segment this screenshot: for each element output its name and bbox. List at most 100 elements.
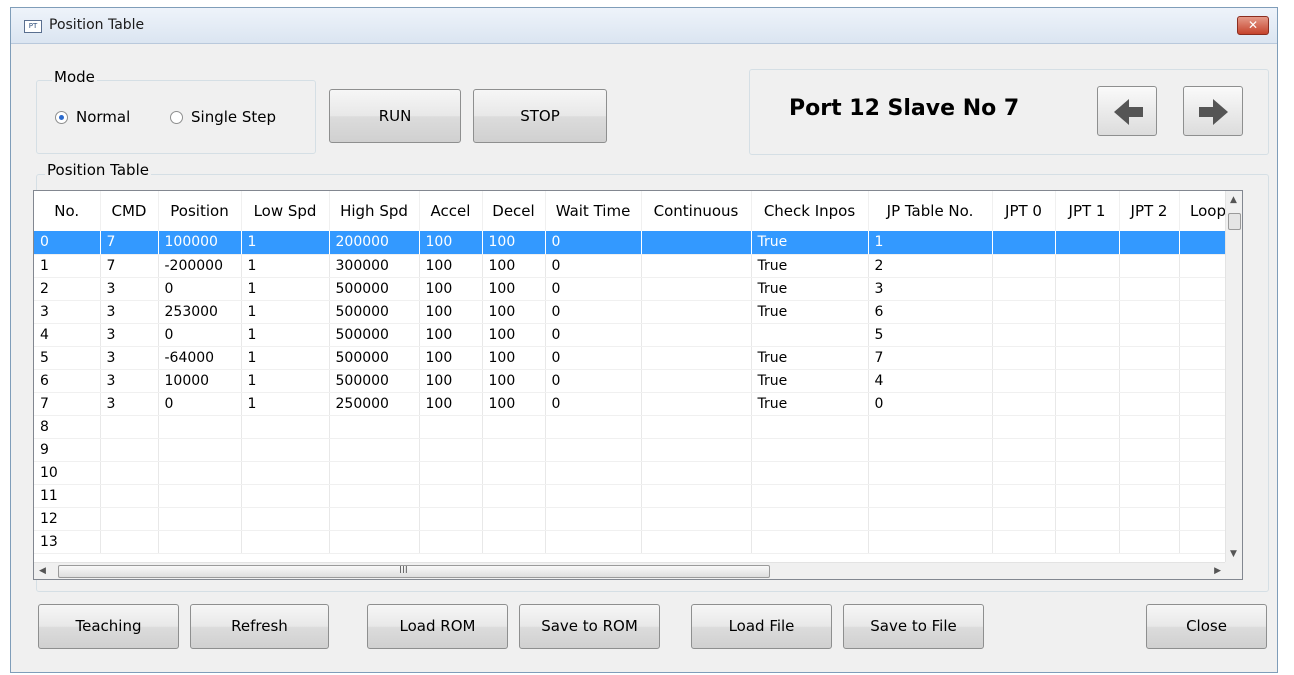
table-cell[interactable]: 0 [545, 346, 642, 370]
table-cell[interactable] [992, 415, 1056, 439]
table-cell[interactable] [419, 438, 483, 462]
table-cell[interactable]: 100 [482, 300, 546, 324]
refresh-button[interactable]: Refresh [190, 604, 329, 649]
table-cell[interactable]: 11 [34, 484, 101, 508]
column-header[interactable]: Accel [419, 191, 483, 231]
table-cell[interactable]: 100 [482, 254, 546, 278]
table-cell[interactable]: 0 [545, 369, 642, 393]
table-cell[interactable] [100, 530, 159, 554]
table-cell[interactable] [1055, 392, 1120, 416]
table-cell[interactable] [641, 323, 752, 347]
table-cell[interactable]: 3 [34, 300, 101, 324]
column-header[interactable]: Continuous [641, 191, 752, 231]
table-cell[interactable]: 500000 [329, 323, 420, 347]
table-cell[interactable]: True [751, 369, 869, 393]
table-cell[interactable]: 100 [482, 392, 546, 416]
table-cell[interactable] [1055, 369, 1120, 393]
table-cell[interactable] [329, 530, 420, 554]
table-cell[interactable]: 2 [34, 277, 101, 301]
table-cell[interactable] [419, 415, 483, 439]
table-cell[interactable] [329, 438, 420, 462]
table-cell[interactable] [751, 530, 869, 554]
table-cell[interactable] [100, 484, 159, 508]
table-cell[interactable]: 2 [868, 254, 993, 278]
table-cell[interactable] [868, 415, 993, 439]
table-cell[interactable]: 100 [482, 231, 546, 255]
table-cell[interactable]: 3 [100, 323, 159, 347]
table-cell[interactable]: 0 [545, 392, 642, 416]
table-cell[interactable]: 1 [241, 231, 330, 255]
table-cell[interactable] [751, 438, 869, 462]
table-cell[interactable] [1055, 254, 1120, 278]
table-cell[interactable] [100, 507, 159, 531]
table-row[interactable]: 13 [34, 530, 1238, 554]
radio-single-step-dot[interactable] [170, 110, 183, 124]
table-cell[interactable] [992, 392, 1056, 416]
horizontal-scrollbar[interactable]: ◀ III ▶ [34, 562, 1226, 579]
table-cell[interactable]: 7 [34, 392, 101, 416]
table-cell[interactable]: 100 [419, 369, 483, 393]
table-cell[interactable] [641, 507, 752, 531]
table-cell[interactable] [641, 346, 752, 370]
table-cell[interactable]: 1 [241, 392, 330, 416]
table-cell[interactable] [641, 231, 752, 255]
table-cell[interactable]: 100 [419, 254, 483, 278]
table-cell[interactable] [1119, 277, 1180, 301]
table-cell[interactable]: 0 [545, 323, 642, 347]
table-cell[interactable] [641, 484, 752, 508]
table-cell[interactable]: 300000 [329, 254, 420, 278]
table-cell[interactable] [100, 461, 159, 485]
radio-normal[interactable]: Normal [55, 108, 130, 126]
table-row[interactable]: 10 [34, 461, 1238, 485]
table-cell[interactable] [1119, 369, 1180, 393]
table-cell[interactable] [868, 507, 993, 531]
table-cell[interactable]: True [751, 346, 869, 370]
scroll-left-icon[interactable]: ◀ [39, 566, 46, 576]
column-header[interactable]: CMD [100, 191, 159, 231]
table-cell[interactable] [1055, 530, 1120, 554]
table-cell[interactable] [329, 484, 420, 508]
table-cell[interactable]: 6 [34, 369, 101, 393]
table-cell[interactable] [241, 507, 330, 531]
table-cell[interactable] [482, 415, 546, 439]
table-cell[interactable] [868, 461, 993, 485]
table-cell[interactable] [992, 438, 1056, 462]
table-row[interactable]: 3 3 253000 1 500000 100 100 0 True 6 [34, 300, 1238, 324]
column-header[interactable]: Low Spd [241, 191, 330, 231]
table-cell[interactable]: 0 [545, 300, 642, 324]
table-cell[interactable] [641, 530, 752, 554]
table-cell[interactable]: 3 [100, 369, 159, 393]
vertical-scrollbar[interactable]: ▲ ▼ [1225, 191, 1242, 563]
table-cell[interactable]: True [751, 392, 869, 416]
scroll-down-icon[interactable]: ▼ [1230, 549, 1237, 559]
table-cell[interactable]: 7 [100, 254, 159, 278]
table-cell[interactable] [419, 461, 483, 485]
table-cell[interactable] [1055, 438, 1120, 462]
table-cell[interactable] [1055, 231, 1120, 255]
table-cell[interactable] [1119, 231, 1180, 255]
table-cell[interactable] [1119, 484, 1180, 508]
table-cell[interactable] [1119, 300, 1180, 324]
table-cell[interactable] [641, 392, 752, 416]
table-cell[interactable]: True [751, 300, 869, 324]
table-cell[interactable]: 250000 [329, 392, 420, 416]
table-cell[interactable]: 3 [100, 392, 159, 416]
table-cell[interactable] [1119, 415, 1180, 439]
column-header[interactable]: JPT 1 [1055, 191, 1120, 231]
table-cell[interactable] [329, 461, 420, 485]
table-cell[interactable] [158, 484, 242, 508]
table-cell[interactable]: 7 [100, 231, 159, 255]
column-header[interactable]: JPT 0 [992, 191, 1056, 231]
table-cell[interactable] [419, 484, 483, 508]
table-cell[interactable] [419, 530, 483, 554]
table-row[interactable]: 5 3 -64000 1 500000 100 100 0 True 7 [34, 346, 1238, 370]
table-cell[interactable] [751, 323, 869, 347]
table-cell[interactable] [241, 530, 330, 554]
table-cell[interactable]: 100 [482, 323, 546, 347]
table-cell[interactable] [992, 300, 1056, 324]
table-cell[interactable] [868, 484, 993, 508]
table-cell[interactable]: 0 [158, 277, 242, 301]
table-cell[interactable]: 0 [868, 392, 993, 416]
table-cell[interactable] [1055, 415, 1120, 439]
table-cell[interactable]: 100 [482, 346, 546, 370]
